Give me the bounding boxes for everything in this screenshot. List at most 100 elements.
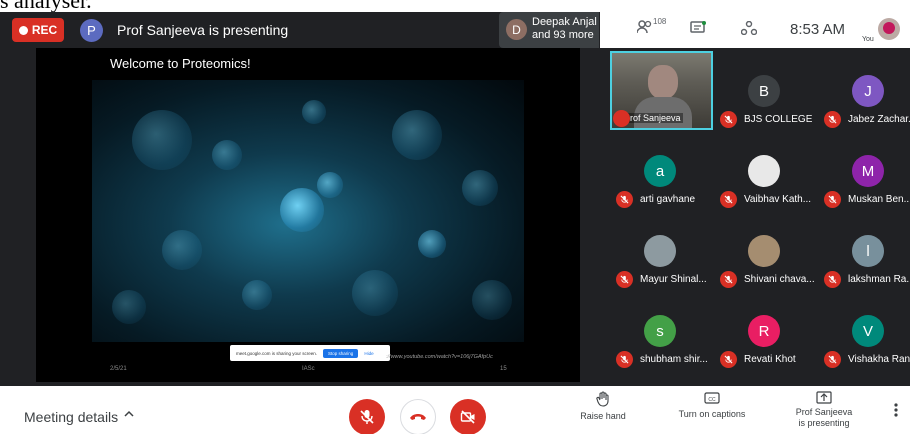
participant-name: Vaibhav Kath... <box>744 194 812 205</box>
participant-tile[interactable]: Shivani chava... <box>714 211 818 293</box>
participant-tile[interactable]: Mayur Shinal... <box>610 211 714 293</box>
video-face <box>648 65 678 99</box>
participant-name: shubham shir... <box>640 354 708 365</box>
self-label: You <box>862 36 874 43</box>
meeting-details-label: Meeting details <box>24 409 119 425</box>
screen-share-bar: meet.google.com is sharing your screen. … <box>230 345 390 361</box>
cell-bubble <box>392 110 442 160</box>
present-icon <box>788 391 860 406</box>
cell-bubble <box>212 140 242 170</box>
cell-bubble <box>242 280 272 310</box>
participant-avatar: J <box>852 75 884 107</box>
cell-bubble <box>132 110 192 170</box>
slide-image <box>92 80 524 342</box>
attendees-line-1: Deepak Anjal <box>532 16 597 28</box>
cell-bubble <box>280 188 324 232</box>
participant-name: BJS COLLEGE <box>744 114 813 125</box>
participant-tile[interactable]: J Jabez Zachar... <box>818 51 910 133</box>
participant-name: Mayur Shinal... <box>640 274 707 285</box>
mic-off-icon <box>360 410 374 424</box>
participant-avatar: a <box>644 155 676 187</box>
doc-text: s analyser. <box>0 0 92 12</box>
participant-tile[interactable]: M Muskan Ben... <box>818 131 910 213</box>
meet-window: s analyser. REC P Prof Sanjeeva is prese… <box>0 0 910 434</box>
mic-muted-icon <box>824 351 841 368</box>
participant-tile[interactable]: V Vishakha Rane <box>818 291 910 373</box>
svg-text:CC: CC <box>708 397 716 403</box>
captions-button[interactable]: CC Turn on captions <box>668 391 756 419</box>
presenting-button[interactable]: Prof Sanjeeva is presenting <box>788 391 860 429</box>
hand-icon <box>576 391 630 410</box>
captions-icon: CC <box>668 391 756 408</box>
participant-name: arti gavhane <box>640 194 696 205</box>
people-icon[interactable] <box>636 20 653 39</box>
share-notice: meet.google.com is sharing your screen. <box>236 350 318 356</box>
stop-sharing-button[interactable]: Stop sharing <box>323 348 359 358</box>
slide-url: ://www.youtube.com/watch?v=106j7GAfpUc <box>386 354 493 360</box>
people-count: 108 <box>653 17 667 26</box>
raise-hand-label: Raise hand <box>580 411 626 421</box>
mic-muted-icon <box>613 110 630 127</box>
rec-label: REC <box>31 23 58 37</box>
mic-muted-icon <box>720 351 737 368</box>
participant-tile[interactable]: a arti gavhane <box>610 131 714 213</box>
participant-name: lakshman Ra... <box>848 274 910 285</box>
participant-name: Jabez Zachar... <box>848 114 910 125</box>
cell-bubble <box>162 230 202 270</box>
mic-muted-icon <box>720 191 737 208</box>
participant-avatar: l <box>852 235 884 267</box>
participant-name: Prof Sanjeeva <box>622 113 683 123</box>
chat-icon[interactable] <box>690 21 706 40</box>
participant-name: Vishakha Rane <box>848 354 910 365</box>
meeting-details-button[interactable]: Meeting details <box>24 409 134 425</box>
slide-date: 2/5/21 <box>110 366 127 372</box>
participant-avatar: s <box>644 315 676 347</box>
attendees-text: Deepak Anjal and 93 more <box>532 16 597 42</box>
mic-muted-icon <box>616 271 633 288</box>
participant-tile[interactable]: R Revati Khot <box>714 291 818 373</box>
mic-muted-icon <box>616 191 633 208</box>
activities-icon[interactable] <box>740 20 758 40</box>
hide-button[interactable]: Hide <box>364 351 373 356</box>
cell-bubble <box>418 230 446 258</box>
camera-off-icon <box>460 410 475 424</box>
participant-avatar: R <box>748 315 780 347</box>
cell-bubble <box>352 270 398 316</box>
cell-bubble <box>302 100 326 124</box>
cell-bubble <box>317 172 343 198</box>
mic-toggle-button[interactable] <box>349 399 385 434</box>
slide-page: 15 <box>500 366 507 372</box>
presenting-text: Prof Sanjeeva is presenting <box>117 22 289 38</box>
recording-badge[interactable]: REC <box>12 18 64 42</box>
participant-avatar: B <box>748 75 780 107</box>
cell-bubble <box>112 290 146 324</box>
mic-muted-icon <box>616 351 633 368</box>
participant-avatar <box>644 235 676 267</box>
mic-muted-icon <box>720 111 737 128</box>
more-options-button[interactable] <box>894 402 898 423</box>
self-avatar[interactable] <box>878 18 900 40</box>
participant-tile[interactable]: l lakshman Ra... <box>818 211 910 293</box>
camera-toggle-button[interactable] <box>450 399 486 434</box>
participant-name: Muskan Ben... <box>848 194 910 205</box>
attendees-line-2: and 93 more <box>532 29 594 41</box>
mic-muted-icon <box>824 191 841 208</box>
mic-muted-icon <box>824 271 841 288</box>
present-label-1: Prof Sanjeeva <box>795 407 853 417</box>
cell-bubble <box>462 170 498 206</box>
attendee-avatar: D <box>506 19 527 40</box>
attendees-chip[interactable]: D Deepak Anjal and 93 more <box>499 12 599 48</box>
end-call-icon <box>410 414 426 420</box>
end-call-button[interactable] <box>400 399 436 434</box>
cell-bubble <box>472 280 512 320</box>
participant-tile[interactable]: s shubham shir... <box>610 291 714 373</box>
mic-muted-icon <box>720 271 737 288</box>
present-label-2: is presenting <box>798 418 850 428</box>
chevron-up-icon <box>124 410 134 417</box>
participant-avatar: M <box>852 155 884 187</box>
participant-tile[interactable]: B BJS COLLEGE <box>714 51 818 133</box>
mic-muted-icon <box>824 111 841 128</box>
presenter-avatar: P <box>80 19 103 42</box>
participant-tile[interactable]: Vaibhav Kath... <box>714 131 818 213</box>
raise-hand-button[interactable]: Raise hand <box>576 391 630 421</box>
